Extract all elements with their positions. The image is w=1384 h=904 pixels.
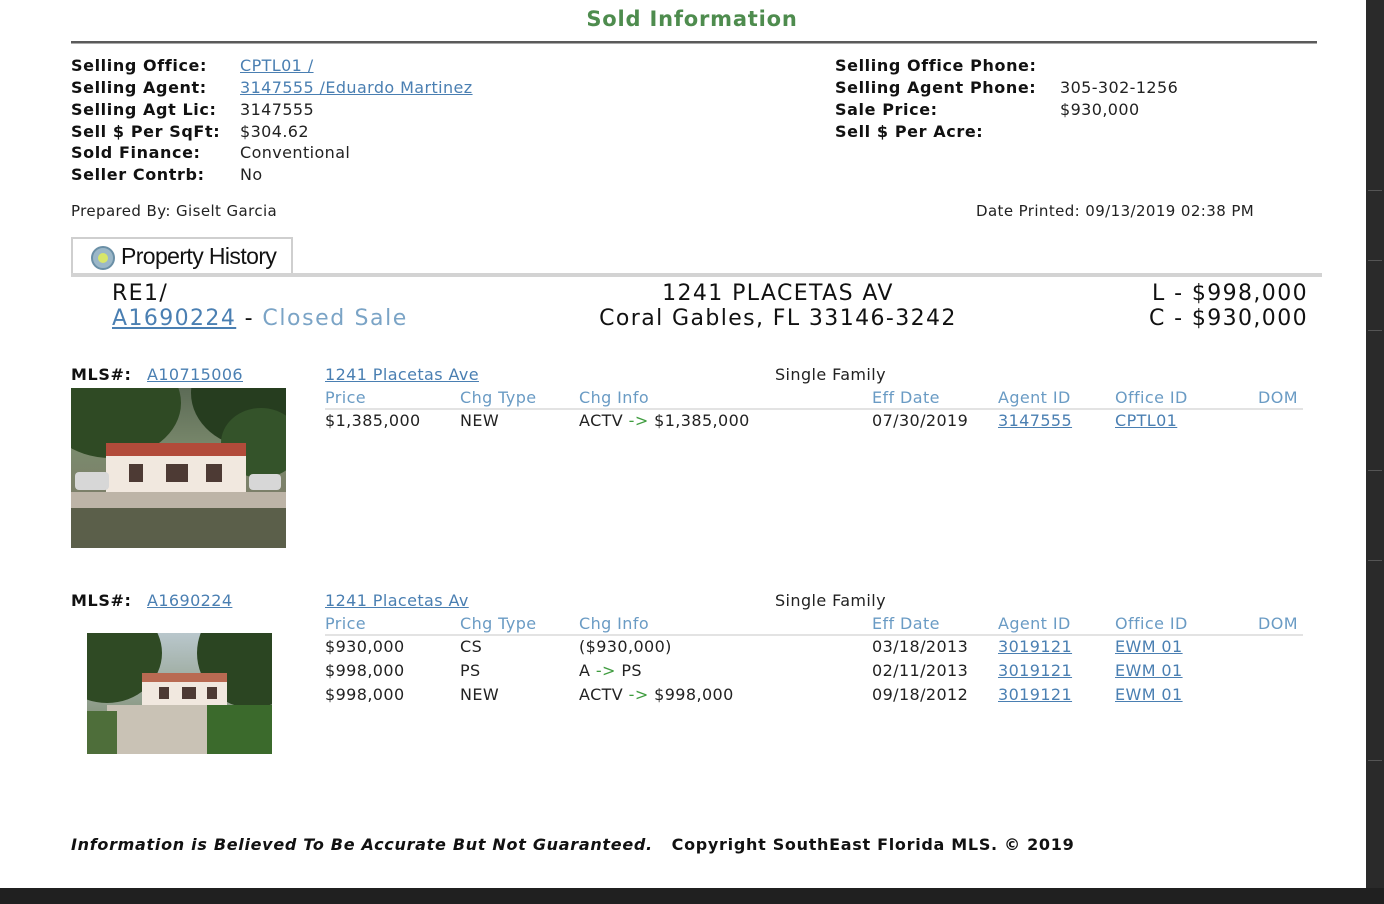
window-edge-right xyxy=(1366,0,1384,904)
col-office-id: Office ID xyxy=(1115,388,1188,407)
list-price: L - $998,000 xyxy=(1152,281,1308,306)
row-price: $1,385,000 xyxy=(325,411,421,430)
row-price: $998,000 xyxy=(325,661,405,680)
footer-copyright: Copyright SouthEast Florida MLS. © 2019 xyxy=(671,835,1075,854)
col-price: Price xyxy=(325,614,367,633)
col-eff-date: Eff Date xyxy=(872,614,940,633)
mls-label: MLS#: xyxy=(71,591,132,610)
row-chg-type: NEW xyxy=(460,411,500,430)
row-agent-id-link[interactable]: 3019121 xyxy=(998,685,1072,704)
row-chg-info: ACTV -> $998,000 xyxy=(579,685,734,704)
sell-per-acre-label: Sell $ Per Acre: xyxy=(835,122,984,141)
history-icon xyxy=(91,246,115,270)
col-chg-type: Chg Type xyxy=(460,614,537,633)
sold-information-page: Sold Information Selling Office: CPTL01 … xyxy=(0,0,1366,888)
selling-agent-phone-label: Selling Agent Phone: xyxy=(835,78,1037,97)
col-price: Price xyxy=(325,388,367,407)
col-eff-date: Eff Date xyxy=(872,388,940,407)
col-agent-id: Agent ID xyxy=(998,388,1071,407)
row-eff-date: 02/11/2013 xyxy=(872,661,969,680)
mls-label: MLS#: xyxy=(71,365,132,384)
footer-disclaimer: Information is Believed To Be Accurate B… xyxy=(71,835,653,854)
property-photo[interactable] xyxy=(87,633,272,754)
sold-finance-label: Sold Finance: xyxy=(71,143,201,162)
sell-per-sqft-label: Sell $ Per SqFt: xyxy=(71,122,221,141)
col-chg-type: Chg Type xyxy=(460,388,537,407)
sale-price-label: Sale Price: xyxy=(835,100,938,119)
col-agent-id: Agent ID xyxy=(998,614,1071,633)
row-office-id-link[interactable]: EWM 01 xyxy=(1115,637,1183,656)
date-printed: Date Printed: 09/13/2019 02:38 PM xyxy=(976,202,1255,220)
title-divider xyxy=(71,41,1317,44)
mls-number-link[interactable]: A10715006 xyxy=(147,365,243,384)
row-office-id-link[interactable]: CPTL01 xyxy=(1115,411,1177,430)
row-chg-type: CS xyxy=(460,637,483,656)
row-agent-id-link[interactable]: 3019121 xyxy=(998,661,1072,680)
seller-contrb-value: No xyxy=(240,165,263,184)
table-header-rule xyxy=(325,634,1303,636)
history-divider xyxy=(71,273,1322,277)
listing-address-link[interactable]: 1241 Placetas Ave xyxy=(325,365,479,384)
sell-per-sqft-value: $304.62 xyxy=(240,122,309,141)
row-price: $998,000 xyxy=(325,685,405,704)
selling-agt-lic-label: Selling Agt Lic: xyxy=(71,100,217,119)
window-edge-bottom xyxy=(0,888,1384,904)
selling-agent-label: Selling Agent: xyxy=(71,78,207,97)
selling-agent-link[interactable]: 3147555 /Eduardo Martinez xyxy=(240,78,473,97)
row-eff-date: 09/18/2012 xyxy=(872,685,969,704)
col-chg-info: Chg Info xyxy=(579,388,650,407)
tab-property-history[interactable]: Property History xyxy=(71,237,293,274)
selling-agent-phone-value: 305-302-1256 xyxy=(1060,78,1179,97)
col-office-id: Office ID xyxy=(1115,614,1188,633)
selling-agt-lic-value: 3147555 xyxy=(240,100,315,119)
row-office-id-link[interactable]: EWM 01 xyxy=(1115,685,1183,704)
selling-office-label: Selling Office: xyxy=(71,56,207,75)
col-dom: DOM xyxy=(1258,388,1298,407)
listing-address-link[interactable]: 1241 Placetas Av xyxy=(325,591,469,610)
table-header-rule xyxy=(325,408,1303,410)
row-agent-id-link[interactable]: 3019121 xyxy=(998,637,1072,656)
selling-office-link[interactable]: CPTL01 / xyxy=(240,56,314,75)
row-chg-type: PS xyxy=(460,661,481,680)
property-type: Single Family xyxy=(775,365,886,384)
property-type: Single Family xyxy=(775,591,886,610)
mls-number-link[interactable]: A1690224 xyxy=(147,591,232,610)
row-office-id-link[interactable]: EWM 01 xyxy=(1115,661,1183,680)
row-agent-id-link[interactable]: 3147555 xyxy=(998,411,1072,430)
col-dom: DOM xyxy=(1258,614,1298,633)
footer: Information is Believed To Be Accurate B… xyxy=(71,835,1074,854)
seller-contrb-label: Seller Contrb: xyxy=(71,165,205,184)
tab-property-history-label: Property History xyxy=(121,243,277,269)
row-price: $930,000 xyxy=(325,637,405,656)
row-chg-info: ($930,000) xyxy=(579,637,672,656)
property-photo[interactable] xyxy=(71,388,286,548)
row-eff-date: 03/18/2013 xyxy=(872,637,969,656)
row-chg-type: NEW xyxy=(460,685,500,704)
col-chg-info: Chg Info xyxy=(579,614,650,633)
selling-office-phone-label: Selling Office Phone: xyxy=(835,56,1037,75)
row-chg-info: ACTV -> $1,385,000 xyxy=(579,411,750,430)
close-price: C - $930,000 xyxy=(1148,306,1308,331)
sale-price-value: $930,000 xyxy=(1060,100,1140,119)
row-eff-date: 07/30/2019 xyxy=(872,411,969,430)
row-chg-info: A -> PS xyxy=(579,661,642,680)
page-title: Sold Information xyxy=(586,7,798,31)
sold-finance-value: Conventional xyxy=(240,143,351,162)
prepared-by: Prepared By: Giselt Garcia xyxy=(71,202,278,220)
